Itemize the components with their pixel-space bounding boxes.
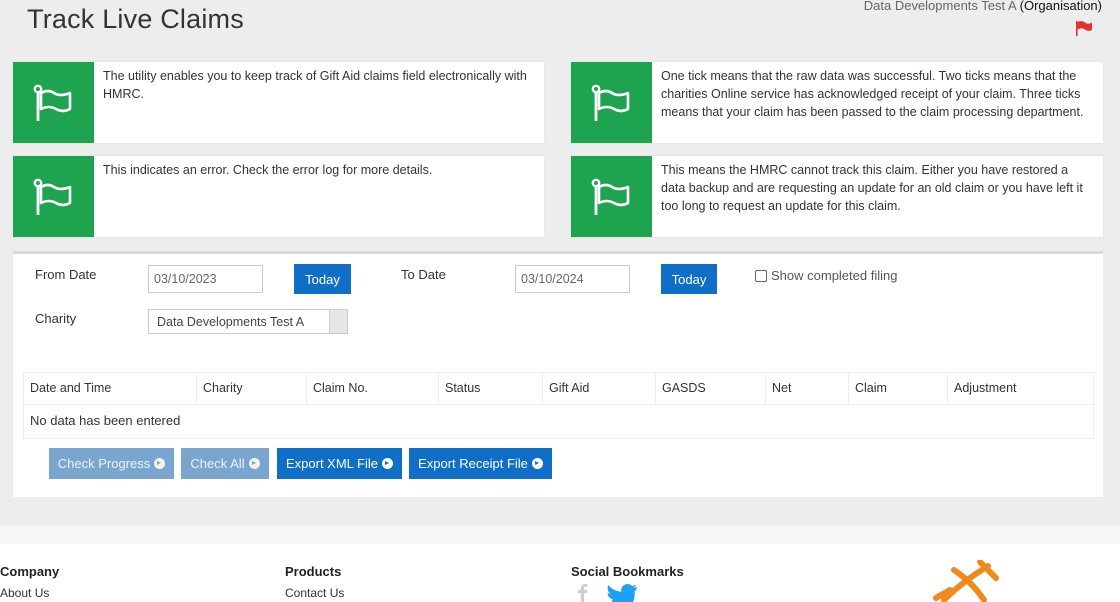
claims-panel: From Date 03/10/2023 Today To Date 03/10…	[13, 251, 1103, 497]
arrow-right-circle-icon	[531, 458, 543, 469]
footer-social-heading: Social Bookmarks	[571, 564, 684, 579]
org-name: Data Developments Test A	[863, 0, 1016, 13]
info-card-text: This means the HMRC cannot track this cl…	[661, 163, 1083, 213]
charity-select-value: Data Developments Test A	[157, 315, 305, 329]
empty-table-message: No data has been entered	[30, 413, 181, 428]
footer-company-heading: Company	[0, 564, 60, 579]
chevron-down-icon[interactable]	[329, 310, 347, 333]
column-header[interactable]: Adjustment	[947, 373, 1093, 404]
charity-select[interactable]: Data Developments Test A	[148, 309, 348, 334]
claims-table: Date and Time Charity Claim No. Status G…	[23, 372, 1094, 439]
footer-about-link[interactable]: About Us	[0, 586, 49, 600]
info-card-tracking: The utility enables you to keep track of…	[13, 62, 544, 143]
check-all-button[interactable]: Check All	[181, 448, 269, 479]
to-date-label: To Date	[401, 267, 446, 282]
info-card-ticks: One tick means that the raw data was suc…	[571, 62, 1103, 143]
column-header[interactable]: GASDS	[655, 373, 765, 404]
flag-icon	[571, 62, 652, 143]
column-header[interactable]: Date and Time	[24, 373, 196, 404]
info-card-text: The utility enables you to keep track of…	[103, 69, 527, 101]
footer: Company About Us Products Contact Us Soc…	[0, 544, 1120, 602]
info-card-text: This indicates an error. Check the error…	[103, 163, 433, 177]
charity-label: Charity	[35, 311, 77, 326]
export-xml-label: Export XML File	[286, 456, 378, 471]
arrow-right-circle-icon	[154, 458, 166, 469]
arrow-right-circle-icon	[382, 458, 393, 469]
info-card-text: One tick means that the raw data was suc…	[661, 69, 1084, 119]
company-logo-icon	[933, 560, 999, 602]
export-receipt-label: Export Receipt File	[418, 456, 528, 471]
export-xml-button[interactable]: Export XML File	[277, 448, 402, 479]
organisation-label: Data Developments Test A (Organisation)	[864, 0, 1102, 13]
flag-icon[interactable]	[1074, 20, 1094, 36]
info-card-error: This indicates an error. Check the error…	[13, 156, 544, 237]
check-progress-label: Check Progress	[57, 456, 151, 471]
footer-products-heading: Products	[285, 564, 342, 579]
to-today-button[interactable]: Today	[661, 264, 717, 294]
show-completed-checkbox[interactable]	[755, 269, 767, 282]
org-type: (Organisation)	[1019, 0, 1102, 13]
flag-icon	[571, 156, 652, 237]
twitter-icon[interactable]	[603, 584, 639, 602]
show-completed-label: Show completed filing	[771, 268, 898, 283]
column-header[interactable]: Net	[765, 373, 848, 404]
info-card-untrackable: This means the HMRC cannot track this cl…	[571, 156, 1103, 237]
flag-icon	[13, 156, 94, 237]
footer-contact-link[interactable]: Contact Us	[285, 586, 344, 600]
to-date-input[interactable]: 03/10/2024	[515, 265, 630, 293]
column-header[interactable]: Claim No.	[306, 373, 438, 404]
table-header: Date and Time Charity Claim No. Status G…	[24, 373, 1093, 405]
export-receipt-button[interactable]: Export Receipt File	[409, 448, 552, 479]
page-title: Track Live Claims	[27, 4, 244, 34]
from-date-input[interactable]: 03/10/2023	[148, 265, 263, 293]
show-completed-toggle[interactable]: Show completed filing	[755, 268, 897, 283]
footer-separator	[0, 526, 1120, 544]
check-all-label: Check All	[190, 456, 245, 471]
column-header[interactable]: Claim	[848, 373, 947, 404]
check-progress-button[interactable]: Check Progress	[49, 448, 174, 479]
facebook-icon[interactable]	[573, 584, 593, 602]
from-date-label: From Date	[35, 267, 97, 282]
column-header[interactable]: Status	[438, 373, 542, 404]
from-today-button[interactable]: Today	[294, 264, 351, 294]
flag-icon	[13, 62, 94, 143]
arrow-right-circle-icon	[248, 458, 260, 469]
column-header[interactable]: Charity	[196, 373, 306, 404]
column-header[interactable]: Gift Aid	[542, 373, 655, 404]
